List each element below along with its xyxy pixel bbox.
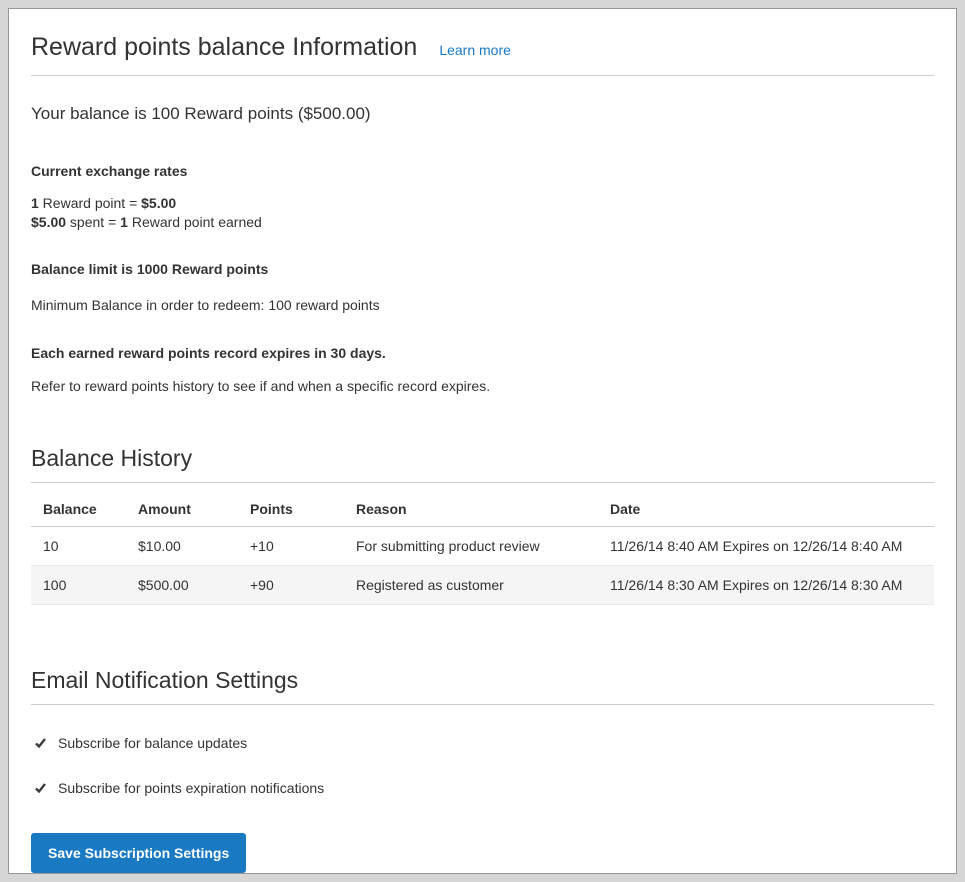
cell-amount: $10.00: [138, 527, 250, 566]
cell-points: +90: [250, 566, 356, 605]
exchange-rates-heading: Current exchange rates: [31, 162, 934, 181]
exchange-line1-value: $5.00: [141, 195, 176, 211]
column-header-date: Date: [610, 492, 934, 527]
expiration-notifications-checkbox[interactable]: [33, 781, 48, 796]
column-header-reason: Reason: [356, 492, 610, 527]
cell-date: 11/26/14 8:30 AM Expires on 12/26/14 8:3…: [610, 566, 934, 605]
exchange-line1-points: 1: [31, 195, 39, 211]
exchange-rate-line-2: $5.00 spent = 1 Reward point earned: [31, 213, 934, 232]
exchange-line2-value: $5.00: [31, 214, 66, 230]
balance-summary: Your balance is 100 Reward points ($500.…: [31, 104, 934, 124]
balance-history-heading: Balance History: [31, 445, 934, 472]
column-header-amount: Amount: [138, 492, 250, 527]
page-header: Reward points balance Information Learn …: [31, 9, 934, 76]
table-header-row: Balance Amount Points Reason Date: [31, 492, 934, 527]
cell-reason: Registered as customer: [356, 566, 610, 605]
email-settings-header: Email Notification Settings: [31, 667, 934, 705]
cell-amount: $500.00: [138, 566, 250, 605]
exchange-line2-text-b: Reward point earned: [128, 214, 262, 230]
exchange-line2-text-a: spent =: [66, 214, 120, 230]
exchange-line1-text: Reward point =: [39, 195, 141, 211]
table-row: 100 $500.00 +90 Registered as customer 1…: [31, 566, 934, 605]
minimum-balance-text: Minimum Balance in order to redeem: 100 …: [31, 296, 934, 315]
cell-balance: 10: [31, 527, 138, 566]
reward-points-card: Reward points balance Information Learn …: [8, 8, 957, 874]
exchange-rates-lines: 1 Reward point = $5.00 $5.00 spent = 1 R…: [31, 194, 934, 232]
expiry-note-text: Refer to reward points history to see if…: [31, 377, 934, 396]
balance-updates-option: Subscribe for balance updates: [31, 735, 934, 751]
column-header-points: Points: [250, 492, 356, 527]
cell-reason: For submitting product review: [356, 527, 610, 566]
balance-limit-text: Balance limit is 1000 Reward points: [31, 260, 934, 279]
learn-more-link[interactable]: Learn more: [439, 42, 511, 58]
expiry-text: Each earned reward points record expires…: [31, 344, 934, 363]
email-settings-heading: Email Notification Settings: [31, 667, 934, 694]
balance-updates-checkbox[interactable]: [33, 736, 48, 751]
cell-balance: 100: [31, 566, 138, 605]
page-title: Reward points balance Information: [31, 33, 417, 62]
cell-points: +10: [250, 527, 356, 566]
exchange-rate-line-1: 1 Reward point = $5.00: [31, 194, 934, 213]
expiration-notifications-label[interactable]: Subscribe for points expiration notifica…: [58, 780, 324, 796]
expiration-notifications-option: Subscribe for points expiration notifica…: [31, 780, 934, 796]
cell-date: 11/26/14 8:40 AM Expires on 12/26/14 8:4…: [610, 527, 934, 566]
table-row: 10 $10.00 +10 For submitting product rev…: [31, 527, 934, 566]
balance-history-table: Balance Amount Points Reason Date 10 $10…: [31, 492, 934, 605]
column-header-balance: Balance: [31, 492, 138, 527]
balance-history-header: Balance History: [31, 445, 934, 483]
save-subscription-settings-button[interactable]: Save Subscription Settings: [31, 833, 246, 873]
balance-updates-label[interactable]: Subscribe for balance updates: [58, 735, 247, 751]
exchange-line2-points: 1: [120, 214, 128, 230]
